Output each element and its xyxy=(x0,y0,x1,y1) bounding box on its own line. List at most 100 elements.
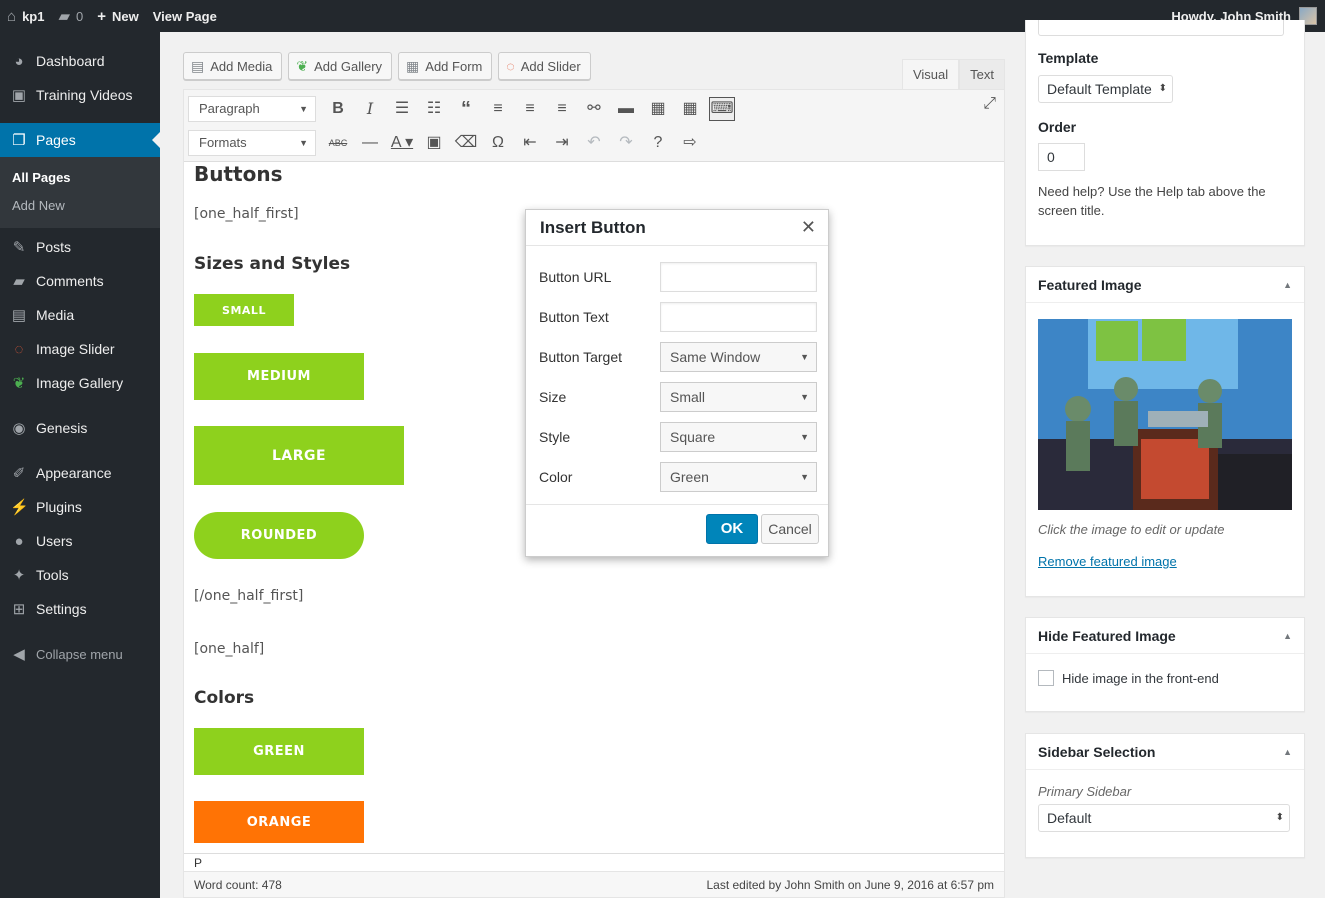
paragraph-select[interactable]: Paragraph xyxy=(188,96,316,122)
menu-tools[interactable]: ✦ Tools xyxy=(0,558,160,592)
menu-posts[interactable]: ✎ Posts xyxy=(0,230,160,264)
help-text: Need help? Use the Help tab above the sc… xyxy=(1038,184,1266,218)
clear-format-icon[interactable]: ⌫ xyxy=(450,129,482,157)
bullet-list-icon[interactable]: ☰ xyxy=(386,95,418,123)
style-select[interactable]: Square xyxy=(660,422,817,452)
plugin-icon: ⚡ xyxy=(10,499,29,516)
hide-featured-image-header[interactable]: Hide Featured Image ▲ xyxy=(1026,618,1304,654)
submenu-add-new[interactable]: Add New xyxy=(0,192,160,220)
button-text-input[interactable] xyxy=(660,302,817,332)
menu-settings[interactable]: ⊞ Settings xyxy=(0,592,160,626)
collapse-arrow-icon: ▲ xyxy=(1283,746,1292,757)
read-more-icon[interactable]: ▬ xyxy=(610,95,642,123)
button-medium: MEDIUM xyxy=(194,353,364,400)
hide-image-option: Hide image in the front-end xyxy=(1038,670,1219,686)
updown-icon: ⬍ xyxy=(1158,83,1167,94)
collapse-icon: ◀ xyxy=(13,646,25,663)
genesis-icon: ◉ xyxy=(12,420,26,437)
button-rounded: ROUNDED xyxy=(194,512,364,559)
help-icon[interactable]: ? xyxy=(642,129,674,157)
site-link[interactable]: ⌂ kp1 xyxy=(0,0,51,32)
italic-icon[interactable]: I xyxy=(354,95,386,123)
sidebar-selection-box: Sidebar Selection ▲ Primary Sidebar Defau… xyxy=(1025,733,1305,858)
undo-icon[interactable]: ↶ xyxy=(578,129,610,157)
add-form-button[interactable]: ▦ Add Form xyxy=(398,52,493,80)
leaf-icon: ❦ xyxy=(12,375,26,392)
menu-appearance[interactable]: ✐ Appearance xyxy=(0,456,160,490)
menu-media[interactable]: ▤ Media xyxy=(0,298,160,332)
color-select[interactable]: Green xyxy=(660,462,817,492)
blockquote-icon[interactable]: “ xyxy=(450,95,482,123)
new-link[interactable]: + New xyxy=(90,0,146,32)
template-select[interactable]: Default Template ⬍ xyxy=(1038,75,1173,103)
fullscreen-icon[interactable]: ⤢ xyxy=(983,95,996,113)
close-icon[interactable]: ✕ xyxy=(801,217,816,238)
order-input[interactable]: 0 xyxy=(1038,143,1085,171)
row-color: Color Green xyxy=(539,462,817,492)
slider-icon: ◌ xyxy=(506,58,515,74)
form-icon: ▦ xyxy=(406,57,420,74)
collapse-menu[interactable]: ◀ Collapse menu xyxy=(0,637,160,671)
horizontal-line-icon[interactable]: — xyxy=(354,129,386,157)
formats-select[interactable]: Formats xyxy=(188,130,316,156)
menu-users[interactable]: ● Users xyxy=(0,524,160,558)
sidebar-selection-header[interactable]: Sidebar Selection ▲ xyxy=(1026,734,1304,770)
hide-image-checkbox[interactable] xyxy=(1038,670,1054,686)
align-center-icon[interactable]: ≡ xyxy=(514,95,546,123)
menu-training-videos[interactable]: ▣ Training Videos xyxy=(0,78,160,112)
size-select[interactable]: Small xyxy=(660,382,817,412)
menu-dashboard[interactable]: ◕ Dashboard xyxy=(0,44,160,78)
redo-icon[interactable]: ↷ xyxy=(610,129,642,157)
primary-sidebar-select[interactable]: Default ⬍ xyxy=(1038,804,1290,832)
row-button-target: Button Target Same Window xyxy=(539,342,817,372)
video-icon: ▣ xyxy=(11,87,27,104)
tab-visual[interactable]: Visual xyxy=(901,59,960,89)
cancel-button[interactable]: Cancel xyxy=(761,514,819,544)
toolbar-row-2: Formats ABC — A ▾ ▣ ⌫ Ω ⇤ ⇥ ↶ ↷ ? ⇨ xyxy=(188,128,706,158)
omega-icon[interactable]: Ω xyxy=(482,129,514,157)
ok-button[interactable]: OK xyxy=(706,514,758,544)
button-target-select[interactable]: Same Window xyxy=(660,342,817,372)
menu-comments[interactable]: ▰ Comments xyxy=(0,264,160,298)
media-icon: ▤ xyxy=(191,57,205,74)
outdent-icon[interactable]: ⇤ xyxy=(514,129,546,157)
editor-tabs: Visual Text xyxy=(901,59,1005,89)
text-color-icon[interactable]: A ▾ xyxy=(386,129,418,157)
tab-text[interactable]: Text xyxy=(959,59,1005,89)
strikethrough-icon[interactable]: ABC xyxy=(322,129,354,157)
menu-pages[interactable]: ❐ Pages xyxy=(0,123,160,157)
menu-image-slider[interactable]: ◌ Image Slider xyxy=(0,332,160,366)
numbered-list-icon[interactable]: ☷ xyxy=(418,95,450,123)
add-slider-button[interactable]: ◌ Add Slider xyxy=(498,52,591,80)
comments-link[interactable]: ▰ 0 xyxy=(51,0,90,32)
align-right-icon[interactable]: ≡ xyxy=(546,95,578,123)
view-page-link[interactable]: View Page xyxy=(146,0,224,32)
toolbar-row-1: Paragraph B I ☰ ☷ “ ≡ ≡ ≡ ⚯ ▬ ▦ ▦ ⌨ xyxy=(188,94,738,124)
featured-image[interactable] xyxy=(1038,319,1292,510)
word-count: Word count: 478 xyxy=(194,877,282,892)
add-media-button[interactable]: ▤ Add Media xyxy=(183,52,283,80)
menu-image-gallery[interactable]: ❦ Image Gallery xyxy=(0,366,160,400)
toolbar-toggle-icon[interactable]: ⌨ xyxy=(709,97,735,121)
add-gallery-button[interactable]: ❦ Add Gallery xyxy=(288,52,393,80)
media-buttons: ▤ Add Media ❦ Add Gallery ▦ Add Form ◌ Add S… xyxy=(183,52,591,80)
settings-icon: ⊞ xyxy=(12,601,26,618)
featured-image-header[interactable]: Featured Image ▲ xyxy=(1026,267,1304,303)
link-icon[interactable]: ⚯ xyxy=(578,95,610,123)
grid-icon[interactable]: ▦ xyxy=(674,95,706,123)
menu-plugins[interactable]: ⚡ Plugins xyxy=(0,490,160,524)
wrench-icon: ✦ xyxy=(12,567,26,584)
bold-icon[interactable]: B xyxy=(322,95,354,123)
slider-icon: ◌ xyxy=(14,340,24,358)
menu-genesis[interactable]: ◉ Genesis xyxy=(0,411,160,445)
order-label: Order xyxy=(1038,119,1077,135)
indent-icon[interactable]: ⇥ xyxy=(546,129,578,157)
insert-button-icon[interactable]: ⇨ xyxy=(674,129,706,157)
columns-icon[interactable]: ▦ xyxy=(642,95,674,123)
button-url-input[interactable] xyxy=(660,262,817,292)
paste-text-icon[interactable]: ▣ xyxy=(418,129,450,157)
heading-colors: Colors xyxy=(194,688,255,708)
submenu-all-pages[interactable]: All Pages xyxy=(0,164,160,192)
remove-featured-image-link[interactable]: Remove featured image xyxy=(1038,554,1177,569)
align-left-icon[interactable]: ≡ xyxy=(482,95,514,123)
